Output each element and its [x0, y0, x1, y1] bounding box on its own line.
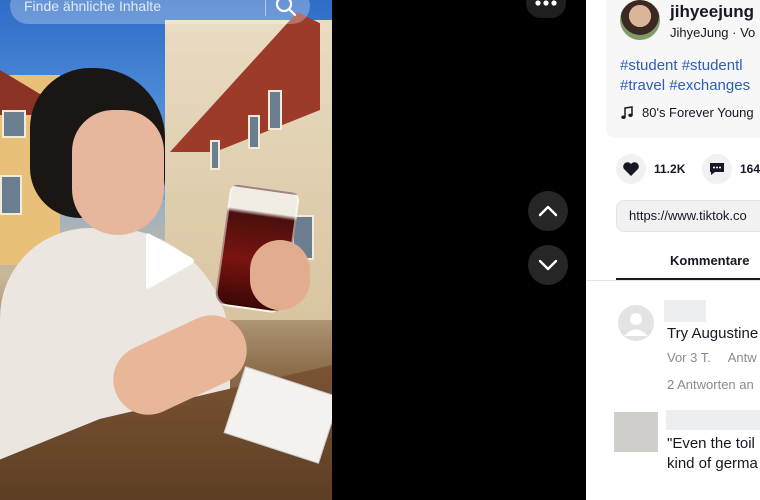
- author-username[interactable]: jihyeejung: [670, 2, 754, 22]
- search-icon[interactable]: [274, 0, 298, 18]
- like-count: 11.2K: [654, 162, 686, 176]
- comment-action[interactable]: 164: [702, 154, 760, 184]
- default-avatar-icon: [624, 313, 648, 336]
- video-window: [248, 115, 260, 149]
- like-button[interactable]: [616, 154, 646, 184]
- play-icon[interactable]: [140, 232, 196, 290]
- video-window: [268, 90, 282, 130]
- search-bar[interactable]: Finde ähnliche Inhalte: [10, 0, 310, 24]
- details-panel: jihyeejung JihyeJung · Vo #student #stud…: [586, 0, 760, 500]
- hashtags[interactable]: #student #studentl #travel #exchanges: [620, 56, 750, 96]
- video-window: [0, 175, 22, 215]
- chevron-up-icon: [538, 205, 558, 217]
- view-replies-button[interactable]: 2 Antworten an: [667, 377, 754, 392]
- previous-video-button[interactable]: [528, 191, 568, 231]
- hashtags-line-1[interactable]: #student #studentl: [620, 56, 750, 76]
- comment-reply-button[interactable]: Antw: [728, 350, 757, 365]
- comment-text-line-1: "Even the toil: [667, 435, 755, 452]
- comment-author-redacted: [666, 410, 760, 430]
- like-action[interactable]: 11.2K: [616, 154, 685, 184]
- video-person-face: [72, 110, 164, 235]
- comment-button[interactable]: [702, 154, 732, 184]
- music-title: 80's Forever Young: [642, 105, 754, 120]
- comment-avatar[interactable]: [614, 412, 658, 452]
- comment-icon: [710, 163, 724, 175]
- tab-comments[interactable]: Kommentare: [670, 253, 749, 268]
- video-window: [2, 110, 26, 138]
- video-window: [210, 140, 220, 170]
- comment-text-line-2: kind of germa: [667, 455, 758, 472]
- video-player[interactable]: [0, 0, 332, 500]
- avatar[interactable]: [620, 0, 660, 40]
- hashtags-line-2[interactable]: #travel #exchanges: [620, 76, 750, 96]
- video-hand: [250, 240, 310, 310]
- comment-meta: Vor 3 T. Antw: [667, 350, 760, 365]
- music-link[interactable]: 80's Forever Young: [620, 105, 754, 120]
- chevron-down-icon: [538, 259, 558, 271]
- comment-text: "Even the toil kind of germa: [667, 434, 758, 474]
- music-note-icon: [621, 105, 633, 119]
- share-link-field[interactable]: https://www.tiktok.co: [616, 200, 760, 232]
- search-input[interactable]: Finde ähnliche Inhalte: [24, 0, 161, 14]
- author-subline: JihyeJung · Vo: [670, 25, 756, 40]
- tiktok-viewer: Finde ähnliche Inhalte jihyeejung JihyeJ…: [0, 0, 760, 500]
- comment-author-redacted: [664, 300, 706, 322]
- comment-avatar[interactable]: [618, 305, 654, 341]
- comment-count: 164: [740, 162, 760, 176]
- next-video-button[interactable]: [528, 245, 568, 285]
- comment-time: Vor 3 T.: [667, 350, 711, 365]
- comment-text: Try Augustine: [667, 325, 759, 342]
- tabs-divider: [586, 280, 760, 281]
- heart-icon: [623, 162, 639, 176]
- search-divider: [265, 0, 266, 16]
